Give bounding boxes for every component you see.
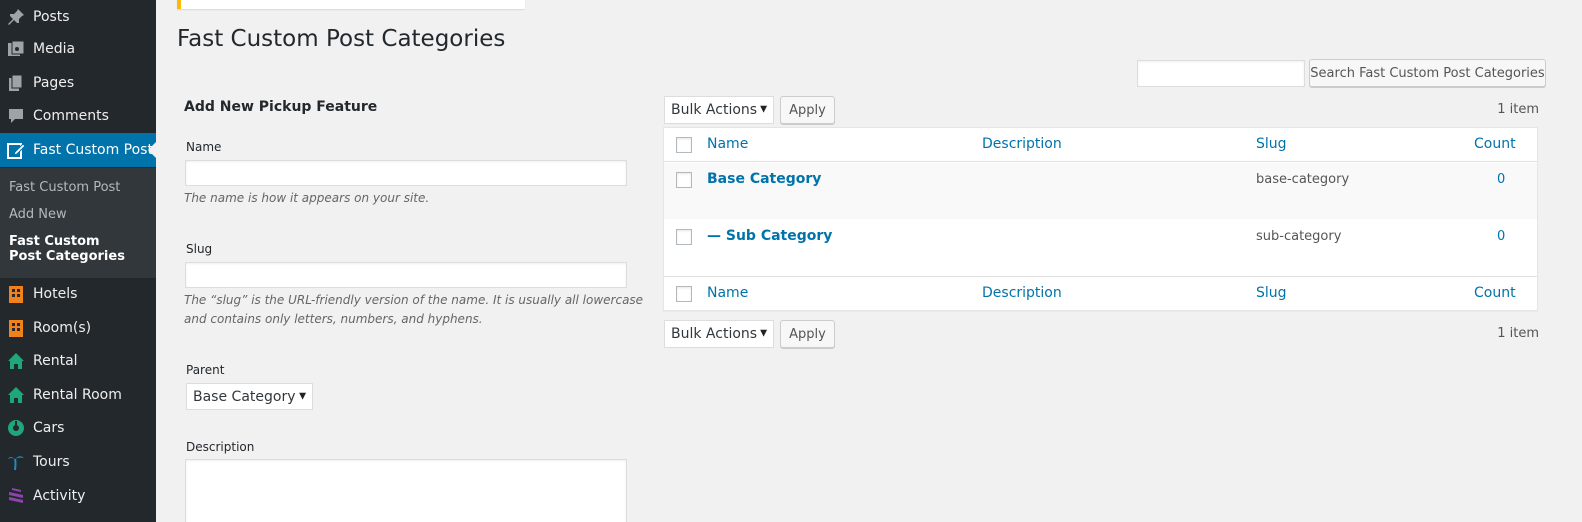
menu-item-pages[interactable]: Pages	[0, 66, 156, 100]
select-all-checkbox-footer[interactable]	[676, 286, 692, 302]
admin-sidebar: Posts Media Pages Comments Fast Custom P…	[0, 0, 156, 522]
bulk-actions-select-top[interactable]: Bulk Actions ▼	[664, 96, 774, 124]
menu-label: Tours	[33, 454, 70, 470]
table-row: Base Category base-category 0	[664, 163, 1537, 219]
menu-label: Pages	[33, 75, 75, 91]
apply-button-top[interactable]: Apply	[780, 96, 835, 124]
menu-item-fast-custom-post[interactable]: Fast Custom Post	[0, 133, 156, 167]
menu-label: Hotels	[33, 286, 78, 302]
name-hint: The name is how it appears on your site.	[184, 191, 430, 205]
building-icon	[6, 284, 26, 304]
menu-label: Activity	[33, 488, 86, 504]
row-name-link[interactable]: — Sub Category	[707, 228, 832, 244]
menu-item-hotels[interactable]: Hotels	[0, 277, 156, 311]
menu-label: Media	[33, 41, 76, 57]
building-icon	[6, 318, 26, 338]
column-count[interactable]: Count	[1474, 136, 1516, 152]
palm-icon	[6, 452, 26, 472]
row-count-link[interactable]: 0	[1497, 172, 1505, 187]
menu-item-rooms[interactable]: Room(s)	[0, 311, 156, 345]
page-title: Fast Custom Post Categories	[177, 26, 506, 52]
column-name[interactable]: Name	[707, 136, 748, 152]
home-icon	[6, 385, 26, 405]
form-heading: Add New Pickup Feature	[184, 99, 378, 115]
bulk-actions-value: Bulk Actions	[671, 102, 758, 118]
menu-item-comments[interactable]: Comments	[0, 99, 156, 133]
chevron-down-icon: ▼	[760, 328, 767, 339]
chevron-down-icon: ▼	[760, 104, 767, 115]
comment-icon	[6, 106, 26, 126]
menu-label: Rental Room	[33, 387, 122, 403]
description-label: Description	[186, 440, 255, 454]
select-all-checkbox[interactable]	[676, 137, 692, 153]
chevron-down-icon: ▼	[299, 391, 306, 401]
items-count-bottom: 1 item	[1497, 326, 1539, 341]
row-checkbox[interactable]	[676, 229, 692, 245]
bulk-actions-select-bottom[interactable]: Bulk Actions ▼	[664, 320, 774, 348]
column-description-footer[interactable]: Description	[982, 285, 1062, 301]
name-label: Name	[186, 140, 222, 154]
parent-label: Parent	[186, 363, 225, 377]
slug-label: Slug	[186, 242, 213, 256]
row-checkbox[interactable]	[676, 172, 692, 188]
menu-label: Room(s)	[33, 320, 92, 336]
submenu-item-categories[interactable]: Fast Custom Post Categories	[9, 234, 129, 264]
row-name-link[interactable]: Base Category	[707, 171, 821, 187]
menu-label: Fast Custom Post	[33, 142, 153, 158]
menu-item-tours[interactable]: Tours	[0, 445, 156, 479]
menu-item-media[interactable]: Media	[0, 32, 156, 66]
apply-button-bottom[interactable]: Apply	[780, 320, 835, 348]
admin-notice	[177, 0, 525, 9]
menu-item-cars[interactable]: Cars	[0, 411, 156, 445]
row-slug: base-category	[1256, 172, 1350, 187]
menu-item-rental[interactable]: Rental	[0, 344, 156, 378]
menu-label: Cars	[33, 420, 65, 436]
menu-label: Comments	[33, 108, 109, 124]
submenu-item-add-new[interactable]: Add New	[9, 207, 67, 222]
column-name-footer[interactable]: Name	[707, 285, 748, 301]
column-slug[interactable]: Slug	[1256, 136, 1287, 152]
parent-select[interactable]: Base Category ▼	[186, 383, 313, 410]
bulk-actions-value: Bulk Actions	[671, 326, 758, 342]
row-count-link[interactable]: 0	[1497, 229, 1505, 244]
search-input[interactable]	[1137, 60, 1305, 87]
column-count-footer[interactable]: Count	[1474, 285, 1516, 301]
menu-item-posts[interactable]: Posts	[0, 0, 156, 34]
submenu: Fast Custom Post Add New Fast Custom Pos…	[0, 168, 156, 278]
search-button[interactable]: Search Fast Custom Post Categories	[1309, 59, 1546, 87]
slug-field[interactable]	[185, 262, 627, 288]
name-field[interactable]	[185, 160, 627, 186]
parent-select-value: Base Category	[193, 388, 296, 405]
edit-post-icon	[6, 140, 26, 160]
submenu-item-all[interactable]: Fast Custom Post	[9, 180, 120, 195]
car-icon	[6, 418, 26, 438]
row-slug: sub-category	[1256, 229, 1342, 244]
pin-icon	[6, 7, 26, 27]
categories-table: Name Description Slug Count Base Categor…	[663, 127, 1538, 311]
table-row: — Sub Category sub-category 0	[664, 219, 1537, 276]
media-icon	[6, 39, 26, 59]
menu-item-rental-room[interactable]: Rental Room	[0, 378, 156, 412]
slug-hint: The “slug” is the URL-friendly version o…	[184, 293, 644, 326]
menu-item-activity[interactable]: Activity	[0, 479, 156, 513]
pages-icon	[6, 73, 26, 93]
activity-icon	[6, 486, 26, 506]
table-header: Name Description Slug Count	[664, 128, 1537, 162]
menu-label: Posts	[33, 9, 70, 25]
column-slug-footer[interactable]: Slug	[1256, 285, 1287, 301]
items-count-top: 1 item	[1497, 102, 1539, 117]
home-icon	[6, 351, 26, 371]
column-description[interactable]: Description	[982, 136, 1062, 152]
table-footer: Name Description Slug Count	[664, 276, 1537, 310]
menu-label: Rental	[33, 353, 78, 369]
description-field[interactable]	[185, 459, 627, 522]
